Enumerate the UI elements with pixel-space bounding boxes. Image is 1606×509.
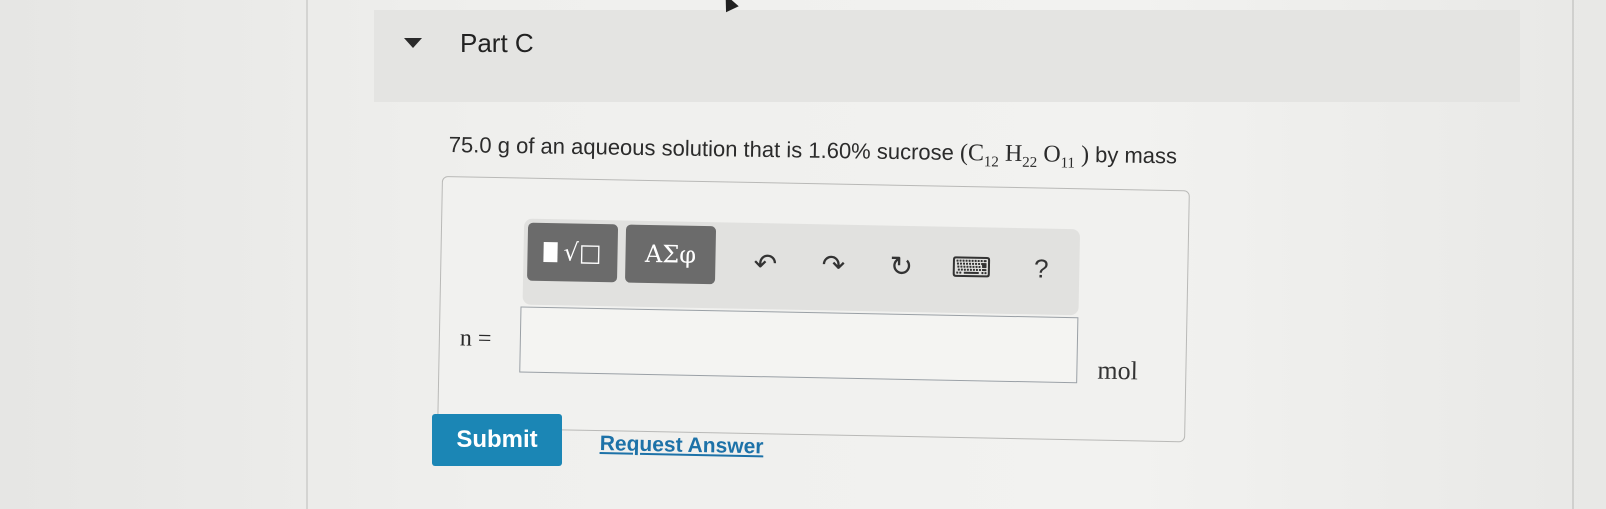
collapse-caret-icon[interactable]	[404, 38, 422, 48]
left-divider	[306, 0, 308, 509]
unit-label: mol	[1097, 355, 1139, 386]
math-toolbar: √□ ΑΣφ ↶ ↷ ↻ ⌨ ?	[522, 218, 1081, 316]
question-suffix: by mass	[1094, 142, 1178, 169]
question-prefix: 75.0 g of an aqueous solution that is 1.…	[448, 132, 955, 165]
redo-icon[interactable]: ↷	[813, 244, 854, 285]
radical-icon: √□	[563, 238, 602, 268]
help-button[interactable]: ?	[1021, 248, 1062, 289]
answer-box: √□ ΑΣφ ↶ ↷ ↻ ⌨ ? n = mol	[437, 176, 1190, 443]
part-header[interactable]	[374, 10, 1520, 102]
keyboard-icon[interactable]: ⌨	[951, 247, 992, 288]
greek-symbols-button[interactable]: ΑΣφ	[624, 224, 717, 285]
undo-icon[interactable]: ↶	[745, 243, 786, 284]
part-title[interactable]: Part C	[460, 28, 534, 59]
formula-carbon-count: 12	[983, 154, 999, 171]
answer-input[interactable]	[519, 306, 1079, 384]
question-text: 75.0 g of an aqueous solution that is 1.…	[449, 132, 1178, 174]
right-divider	[1572, 0, 1574, 509]
submit-button[interactable]: Submit	[432, 414, 562, 466]
reset-icon[interactable]: ↻	[881, 245, 922, 286]
formula-oxygen: O	[1043, 141, 1061, 168]
sucrose-formula: (C12 H22 O11 )	[960, 140, 1096, 172]
formula-oxygen-count: 11	[1060, 155, 1076, 172]
page: Part C 75.0 g of an aqueous solution tha…	[0, 0, 1606, 509]
formula-hydrogen: H	[1004, 140, 1023, 168]
block-icon	[543, 241, 558, 263]
variable-label: n =	[459, 325, 492, 352]
request-answer-link[interactable]: Request Answer	[599, 432, 764, 459]
templates-button[interactable]: √□	[527, 222, 619, 283]
formula-close-paren: )	[1080, 141, 1090, 169]
formula-hydrogen-count: 22	[1022, 154, 1038, 172]
formula-carbon: C	[967, 140, 985, 167]
